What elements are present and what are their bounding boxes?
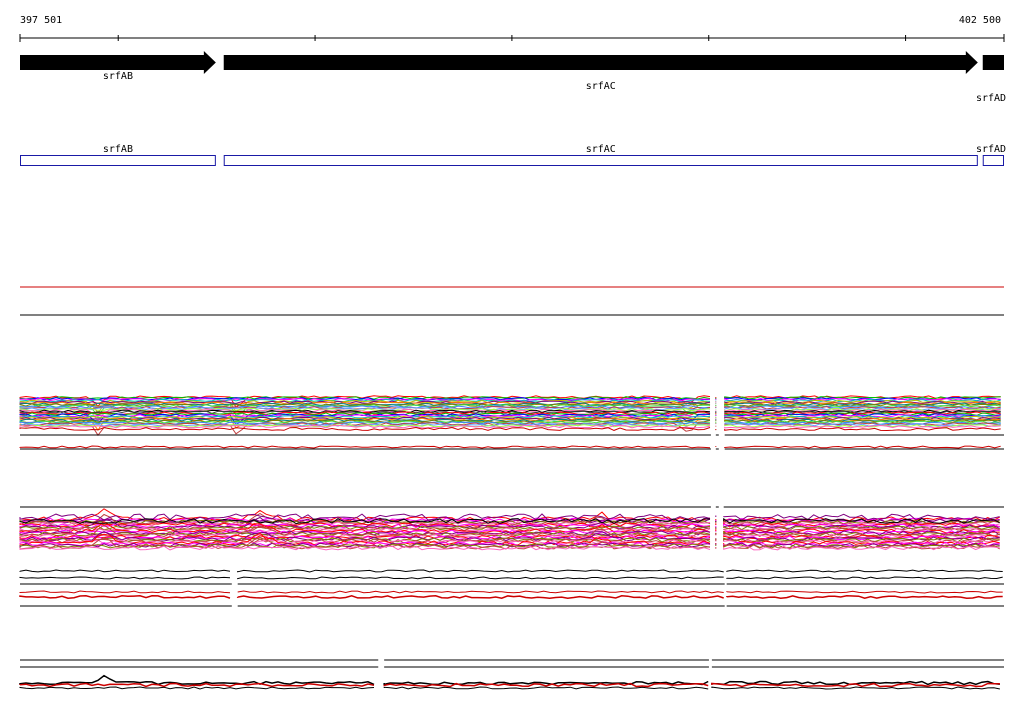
cds-box-srfAC[interactable] — [223, 155, 978, 166]
gene-label-srfAB: srfAB — [103, 71, 133, 82]
ruler-start-label: 397 501 — [20, 15, 62, 26]
coverage-line — [19, 595, 231, 599]
coverage-line — [383, 686, 709, 690]
gene-arrow-srfAC[interactable] — [223, 51, 978, 74]
coverage-line — [19, 590, 231, 594]
coverage-line — [726, 569, 1003, 573]
cds-label-srfAC: srfAC — [586, 144, 616, 155]
cds-box-srfAD[interactable] — [982, 155, 1004, 166]
coverage-group-1 — [19, 395, 1004, 450]
coverage-line — [726, 590, 1003, 594]
coverage-line — [725, 595, 1003, 599]
coverage-line — [19, 426, 711, 431]
gene-label-srfAD: srfAD — [976, 93, 1006, 104]
coverage-line — [726, 576, 1003, 580]
coverage-line — [19, 576, 231, 580]
coverage-line — [19, 686, 375, 690]
genome-tracks: 397 501 402 500 srfABsrfACsrfAD srfAB srf… — [19, 15, 1006, 690]
ruler-end-label: 402 500 — [959, 15, 1001, 26]
gene-arrow-srfAD[interactable] — [982, 55, 1004, 70]
gene-track: srfAB srfAC srfAD — [20, 51, 1006, 104]
coverage-line — [711, 686, 1000, 690]
coverage-line — [19, 674, 375, 686]
coverage-line — [724, 427, 1001, 432]
cds-label-srfAB: srfAB — [103, 144, 133, 155]
cds-track: srfAB srfAC srfAD — [20, 144, 1006, 166]
coverage-group-3 — [19, 569, 1004, 607]
coverage-line — [237, 569, 724, 573]
cds-box-srfAB[interactable] — [20, 155, 216, 166]
coverage-line — [236, 595, 724, 599]
coverage-line — [711, 682, 1000, 688]
coverage-group-4 — [19, 659, 1004, 690]
coverage-line — [237, 590, 724, 594]
gene-label-srfAC: srfAC — [586, 81, 616, 92]
position-ruler: 397 501 402 500 — [19, 15, 1005, 42]
genome-browser-view: 397 501 402 500 srfAB srfAC srfAD srfAB srf… — [0, 0, 1024, 714]
coverage-line — [19, 569, 231, 573]
cds-label-srfAD: srfAD — [976, 144, 1006, 155]
coverage-line — [724, 445, 1001, 449]
coverage-tracks — [19, 395, 1004, 690]
coverage-line — [237, 576, 724, 580]
coverage-line — [19, 445, 711, 449]
coverage-group-2 — [19, 506, 1004, 551]
